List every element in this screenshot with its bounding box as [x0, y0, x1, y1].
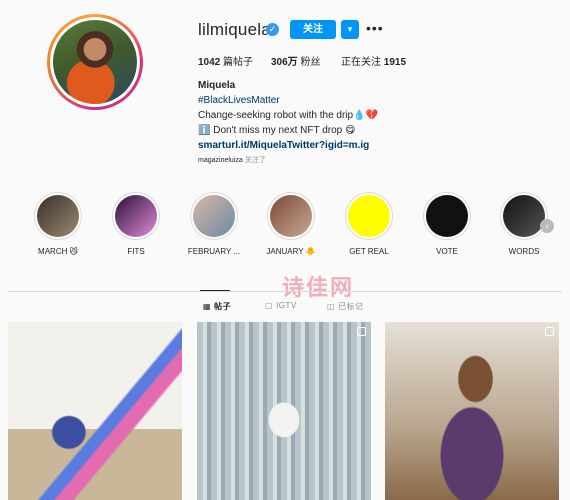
tab-tagged[interactable]: ◫ 已标记 [327, 301, 364, 312]
highlight-item[interactable]: FITS [106, 192, 166, 256]
watermark-text: 诗佳网 [282, 275, 355, 300]
highlight-ring [34, 192, 82, 240]
highlight-label: GET REAL [349, 247, 389, 256]
story-highlights: MARCH 😼 FITS FEBRUARY ... JANUARY 🐥 GET REAL… [0, 192, 570, 262]
posts-stat: 1042 篇帖子 [198, 53, 253, 68]
highlight-ring [112, 192, 160, 240]
highlight-label: MARCH 😼 [38, 247, 78, 256]
tab-igtv[interactable]: ▢ IGTV [265, 301, 297, 310]
followed-by-user-link[interactable]: magazineluiza [198, 157, 243, 164]
multi-photo-icon [545, 327, 554, 336]
post-thumbnail[interactable] [197, 322, 371, 500]
tab-posts-label: 帖子 [214, 302, 232, 311]
tab-posts[interactable]: ▦ 帖子 [203, 301, 231, 312]
highlight-ring [423, 192, 471, 240]
posts-label: 篇帖子 [220, 57, 254, 68]
bio-name: Miquela [198, 80, 236, 91]
verified-badge-icon: ✓ [266, 23, 279, 36]
highlight-cover-image [37, 195, 79, 237]
profile-bio: Miquela #BlackLivesMatter Change-seeking… [198, 78, 378, 153]
bio-line-2: ℹ️ Don't miss my next NFT drop 😋 [198, 125, 356, 136]
follow-button[interactable]: 关注 [290, 20, 336, 39]
following-stat[interactable]: 正在关注 1915 [341, 53, 406, 68]
followed-by-text: magazineluiza 关注了 [198, 155, 266, 165]
followers-count: 306万 [271, 57, 298, 68]
highlight-item[interactable]: VOTE [417, 192, 477, 256]
tabs-divider [8, 291, 562, 292]
highlight-cover-image [115, 195, 157, 237]
highlight-cover-image [503, 195, 545, 237]
active-tab-indicator [200, 290, 230, 291]
multi-photo-icon [357, 327, 366, 336]
highlight-label: FITS [127, 247, 145, 256]
post-thumbnail[interactable] [385, 322, 559, 500]
grid-icon: ▦ [203, 302, 212, 311]
followed-by-suffix: 关注了 [242, 157, 266, 164]
highlight-label: VOTE [436, 247, 458, 256]
highlight-cover-image [426, 195, 468, 237]
igtv-icon: ▢ [265, 301, 274, 310]
more-options-button[interactable]: ••• [366, 19, 384, 38]
tab-tagged-label: 已标记 [338, 302, 364, 311]
tab-igtv-label: IGTV [276, 301, 297, 310]
highlight-item[interactable]: MARCH 😼 [28, 192, 88, 256]
highlight-ring [500, 192, 548, 240]
post-thumbnail[interactable] [8, 322, 182, 500]
highlight-label: WORDS [508, 247, 540, 256]
following-count: 1915 [383, 57, 407, 68]
tagged-user-icon: ◫ [327, 302, 336, 311]
bio-external-link[interactable]: smarturl.it/MiquelaTwitter?igid=m.ig [198, 138, 378, 153]
suggested-accounts-dropdown-button[interactable]: ▾ [341, 20, 359, 39]
highlights-next-arrow-icon[interactable]: › [540, 219, 554, 233]
highlight-cover-image [193, 195, 235, 237]
highlight-item[interactable]: GET REAL [339, 192, 399, 256]
highlight-ring [190, 192, 238, 240]
following-label: 正在关注 [341, 57, 384, 68]
bio-line-1: Change-seeking robot with the drip💧💔 [198, 110, 378, 121]
avatar-image [53, 20, 137, 104]
bio-hashtag-link[interactable]: #BlackLivesMatter [198, 93, 378, 108]
avatar-frame [50, 17, 140, 107]
highlight-cover-image [348, 195, 390, 237]
highlight-label: FEBRUARY ... [187, 247, 241, 256]
highlight-item[interactable]: FEBRUARY ... [184, 192, 244, 256]
highlight-ring [267, 192, 315, 240]
followers-label: 粉丝 [297, 57, 321, 68]
posts-count: 1042 [198, 57, 221, 68]
highlight-ring [345, 192, 393, 240]
highlight-label: JANUARY 🐥 [266, 247, 316, 256]
profile-avatar[interactable] [47, 14, 143, 110]
profile-username: lilmiquela [198, 20, 271, 39]
highlight-item[interactable]: JANUARY 🐥 [261, 192, 321, 256]
followers-stat[interactable]: 306万 粉丝 [271, 53, 320, 68]
highlight-cover-image [270, 195, 312, 237]
